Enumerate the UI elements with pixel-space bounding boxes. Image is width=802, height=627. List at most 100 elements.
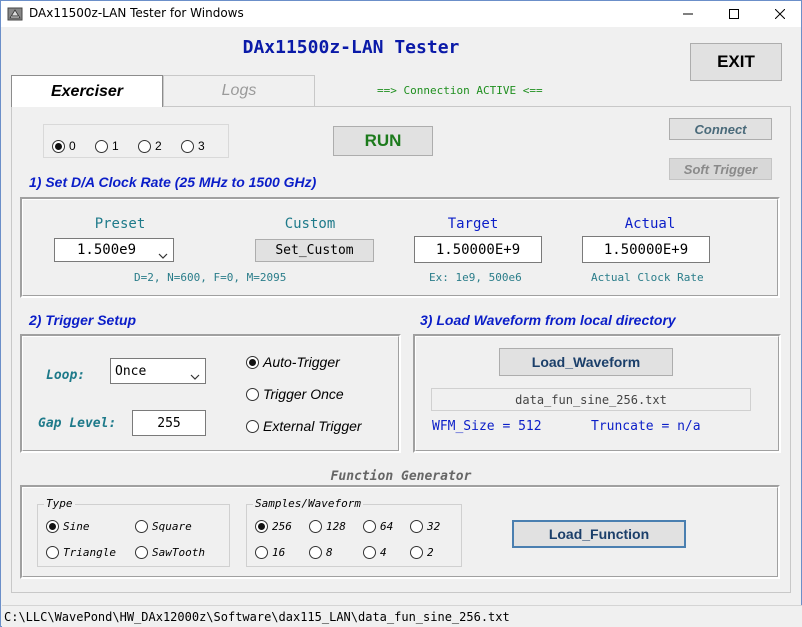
preset-select[interactable]: 1.500e9 — [54, 238, 174, 262]
close-icon[interactable] — [757, 1, 802, 27]
type-radio-sine[interactable]: Sine — [46, 520, 90, 533]
radio-indicator — [46, 546, 59, 559]
target-label: Target — [447, 216, 499, 232]
set-custom-button[interactable]: Set_Custom — [255, 239, 374, 262]
radio-indicator — [135, 520, 148, 533]
radio-indicator — [255, 520, 268, 533]
connection-status: ==> Connection ACTIVE <== — [377, 84, 543, 97]
window-title: DAx11500z-LAN Tester for Windows — [29, 6, 244, 20]
run-button[interactable]: RUN — [333, 126, 433, 156]
samples-label: 16 — [272, 546, 286, 559]
type-radio-square[interactable]: Square — [135, 520, 192, 533]
samples-radio-16[interactable]: 16 — [255, 546, 285, 559]
type-label: Square — [152, 520, 192, 533]
samples-label: 8 — [326, 546, 333, 559]
preset-note: D=2, N=600, F=0, M=2095 — [134, 271, 287, 284]
radio-indicator — [309, 520, 322, 533]
samples-label: 4 — [380, 546, 387, 559]
connect-button[interactable]: Connect — [669, 118, 772, 140]
channel-radio-2[interactable]: 2 — [138, 139, 162, 153]
auto-trigger-label: Auto-Trigger — [263, 354, 340, 370]
load-waveform-button[interactable]: Load_Waveform — [499, 348, 673, 376]
samples-radio-128[interactable]: 128 — [309, 520, 346, 533]
samples-label: 64 — [380, 520, 394, 533]
samples-label: 32 — [427, 520, 441, 533]
target-input[interactable]: 1.50000E+9 — [414, 236, 542, 263]
external-trigger-label: External Trigger — [263, 418, 362, 434]
samples-radio-8[interactable]: 8 — [309, 546, 333, 559]
radio-indicator — [246, 387, 259, 401]
radio-indicator — [363, 520, 376, 533]
samples-radio-4[interactable]: 4 — [363, 546, 387, 559]
external-trigger-radio[interactable]: External Trigger — [246, 418, 362, 434]
radio-indicator — [52, 139, 65, 153]
load-function-button[interactable]: Load_Function — [512, 520, 686, 548]
main-window: DAx11500z-LAN Tester for Windows DAx1150… — [0, 0, 802, 627]
samples-radio-32[interactable]: 32 — [410, 520, 440, 533]
loop-select[interactable]: Once — [110, 358, 206, 384]
trigger-once-label: Trigger Once — [263, 386, 344, 402]
actual-note: Actual Clock Rate — [591, 271, 704, 284]
tab-logs[interactable]: Logs — [163, 75, 315, 107]
app-icon — [7, 6, 23, 22]
channel-radio-0[interactable]: 0 — [52, 139, 76, 153]
type-radio-triangle[interactable]: Triangle — [46, 546, 116, 559]
actual-value: 1.50000E+9 — [582, 236, 710, 263]
type-label: Triangle — [63, 546, 116, 559]
loop-label: Loop: — [46, 368, 86, 383]
app-title: DAx11500z-LAN Tester — [242, 37, 460, 58]
type-label: SawTooth — [152, 546, 205, 559]
auto-trigger-radio[interactable]: Auto-Trigger — [246, 354, 340, 370]
samples-legend: Samples/Waveform — [253, 497, 363, 510]
radio-indicator — [246, 419, 259, 433]
minimize-icon[interactable] — [665, 1, 711, 27]
radio-indicator — [246, 355, 259, 369]
type-label: Sine — [63, 520, 90, 533]
samples-radio-2[interactable]: 2 — [410, 546, 434, 559]
radio-indicator — [135, 546, 148, 559]
preset-value: 1.500e9 — [77, 242, 137, 258]
channel-radio-3[interactable]: 3 — [181, 139, 205, 153]
channel-label: 3 — [198, 139, 205, 153]
radio-indicator — [410, 520, 423, 533]
status-path: C:\LLC\WavePond\HW_DAx12000z\Software\da… — [4, 609, 510, 624]
actual-label: Actual — [624, 216, 676, 232]
preset-label: Preset — [94, 216, 146, 232]
radio-indicator — [181, 139, 194, 153]
samples-label: 2 — [427, 546, 434, 559]
radio-indicator — [95, 139, 108, 153]
channel-label: 2 — [155, 139, 162, 153]
trigger-once-radio[interactable]: Trigger Once — [246, 386, 344, 402]
channel-radio-1[interactable]: 1 — [95, 139, 119, 153]
samples-radio-256[interactable]: 256 — [255, 520, 292, 533]
truncate-value: Truncate = n/a — [591, 419, 701, 434]
clock-section-heading: 1) Set D/A Clock Rate (25 MHz to 1500 GH… — [29, 174, 317, 190]
type-radio-sawtooth[interactable]: SawTooth — [135, 546, 205, 559]
radio-indicator — [255, 546, 268, 559]
waveform-filename: data_fun_sine_256.txt — [431, 388, 751, 411]
exit-button[interactable]: EXIT — [690, 43, 782, 81]
loop-value: Once — [115, 363, 147, 379]
radio-indicator — [46, 520, 59, 533]
gap-level-label: Gap Level: — [38, 416, 117, 431]
gap-level-input[interactable]: 255 — [132, 410, 206, 436]
radio-indicator — [309, 546, 322, 559]
title-bar: DAx11500z-LAN Tester for Windows — [1, 1, 801, 27]
maximize-icon[interactable] — [711, 1, 757, 27]
channel-label: 0 — [69, 139, 76, 153]
tab-exerciser[interactable]: Exerciser — [11, 75, 163, 107]
samples-label: 128 — [326, 520, 346, 533]
chevron-down-icon — [190, 368, 200, 384]
function-generator-title: Function Generator — [330, 469, 472, 484]
target-note: Ex: 1e9, 500e6 — [429, 271, 522, 284]
samples-radio-64[interactable]: 64 — [363, 520, 393, 533]
trigger-section-heading: 2) Trigger Setup — [29, 312, 137, 328]
radio-indicator — [410, 546, 423, 559]
wfm-size: WFM_Size = 512 — [432, 419, 542, 434]
channel-label: 1 — [112, 139, 119, 153]
radio-indicator — [363, 546, 376, 559]
status-bar: C:\LLC\WavePond\HW_DAx12000z\Software\da… — [2, 605, 802, 627]
soft-trigger-button[interactable]: Soft Trigger — [669, 158, 772, 180]
waveform-section-heading: 3) Load Waveform from local directory — [420, 312, 676, 328]
samples-label: 256 — [272, 520, 292, 533]
